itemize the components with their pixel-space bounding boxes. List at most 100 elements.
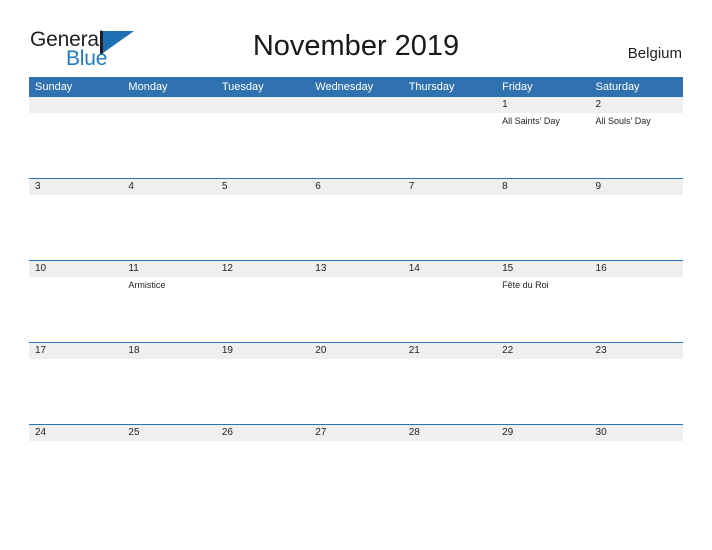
day-band — [496, 179, 590, 195]
day-number: 7 — [408, 181, 415, 192]
weekday-header-saturday: Saturday — [595, 81, 640, 93]
calendar-day-cell[interactable]: 6 — [309, 179, 403, 260]
day-number: 22 — [502, 345, 514, 356]
day-number: 9 — [595, 181, 602, 192]
calendar-day-cell[interactable]: 15 Fête du Roi — [496, 261, 590, 342]
calendar-day-cell[interactable]: 23 — [589, 343, 683, 424]
calendar-day-cell[interactable]: 19 — [215, 343, 310, 424]
page-header: General Blue November 2019 Belgium — [0, 0, 712, 76]
calendar-day-cell[interactable] — [29, 97, 123, 178]
day-number: 26 — [221, 427, 233, 438]
calendar-day-cell[interactable]: 9 — [589, 179, 683, 260]
calendar-week-row: 1 All Saints' Day 2 All Souls' Day — [29, 97, 683, 178]
calendar-day-cell[interactable]: 3 — [29, 179, 123, 260]
day-number: 2 — [595, 99, 602, 110]
day-event: All Saints' Day — [502, 116, 560, 126]
calendar-day-cell[interactable]: 2 All Souls' Day — [589, 97, 683, 178]
calendar-day-cell[interactable]: 20 — [309, 343, 403, 424]
day-band — [122, 97, 216, 113]
day-number: 30 — [595, 427, 607, 438]
page-title: November 2019 — [252, 30, 460, 62]
calendar-day-cell[interactable]: 17 — [29, 343, 123, 424]
day-band — [402, 179, 497, 195]
calendar-day-cell[interactable] — [122, 97, 216, 178]
calendar-page: General Blue November 2019 Belgium Sunda… — [0, 0, 712, 550]
calendar-day-cell[interactable]: 30 — [589, 425, 683, 506]
day-band — [589, 97, 683, 113]
day-number: 27 — [315, 427, 327, 438]
calendar-day-cell[interactable]: 14 — [402, 261, 497, 342]
day-band — [29, 179, 123, 195]
day-number: 12 — [221, 263, 233, 274]
calendar-day-cell[interactable] — [309, 97, 403, 178]
country-label: Belgium — [627, 45, 682, 62]
day-number: 20 — [315, 345, 327, 356]
day-number: 14 — [408, 263, 420, 274]
day-band — [496, 97, 590, 113]
calendar-day-cell[interactable]: 5 — [215, 179, 310, 260]
day-number: 28 — [408, 427, 420, 438]
calendar-day-cell[interactable]: 4 — [122, 179, 216, 260]
day-number: 1 — [502, 99, 508, 110]
day-number: 13 — [315, 263, 327, 274]
calendar-day-cell[interactable]: 25 — [122, 425, 216, 506]
calendar-day-cell[interactable]: 26 — [215, 425, 310, 506]
day-band — [589, 179, 683, 195]
calendar-week-row: 10 11 Armistice 12 13 14 15 Fête du Roi … — [29, 260, 683, 342]
calendar-grid: Sunday Monday Tuesday Wednesday Thursday… — [29, 77, 683, 506]
calendar-day-cell[interactable]: 10 — [29, 261, 123, 342]
weekday-header-tuesday: Tuesday — [221, 81, 264, 93]
calendar-day-cell[interactable]: 8 — [496, 179, 590, 260]
day-event: All Souls' Day — [595, 116, 651, 126]
day-number: 17 — [35, 345, 47, 356]
weekday-header-thursday: Thursday — [408, 81, 455, 93]
calendar-day-cell[interactable]: 21 — [402, 343, 497, 424]
day-band — [215, 97, 310, 113]
day-band — [215, 179, 310, 195]
day-number: 16 — [595, 263, 607, 274]
calendar-day-cell[interactable]: 11 Armistice — [122, 261, 216, 342]
calendar-day-cell[interactable] — [215, 97, 310, 178]
day-number: 21 — [408, 345, 420, 356]
calendar-day-cell[interactable]: 24 — [29, 425, 123, 506]
weekday-header-row: Sunday Monday Tuesday Wednesday Thursday… — [29, 77, 683, 97]
day-band — [122, 179, 216, 195]
day-number: 11 — [128, 263, 139, 274]
day-event: Fête du Roi — [502, 280, 549, 290]
weekday-header-sunday: Sunday — [35, 81, 73, 93]
calendar-day-cell[interactable]: 12 — [215, 261, 310, 342]
calendar-week-row: 24 25 26 27 28 29 30 — [29, 424, 683, 506]
day-number: 24 — [35, 427, 47, 438]
day-number: 4 — [128, 181, 134, 192]
calendar-day-cell[interactable]: 7 — [402, 179, 497, 260]
day-event: Armistice — [128, 280, 166, 290]
day-band — [309, 179, 403, 195]
day-number: 29 — [502, 427, 514, 438]
day-number: 25 — [128, 427, 140, 438]
day-number: 18 — [128, 345, 140, 356]
weekday-header-wednesday: Wednesday — [315, 81, 374, 93]
day-number: 6 — [315, 181, 321, 192]
weekday-header-monday: Monday — [128, 81, 168, 93]
calendar-day-cell[interactable]: 13 — [309, 261, 403, 342]
day-band — [29, 97, 123, 113]
calendar-week-row: 3 4 5 6 7 8 9 — [29, 178, 683, 260]
day-number: 19 — [221, 345, 233, 356]
day-number: 8 — [502, 181, 508, 192]
day-number: 23 — [595, 345, 607, 356]
calendar-day-cell[interactable]: 16 — [589, 261, 683, 342]
calendar-day-cell[interactable]: 27 — [309, 425, 403, 506]
day-number: 10 — [35, 263, 47, 274]
calendar-week-row: 17 18 19 20 21 22 23 — [29, 342, 683, 424]
day-number: 3 — [35, 181, 41, 192]
calendar-day-cell[interactable]: 1 All Saints' Day — [496, 97, 590, 178]
day-band — [309, 97, 403, 113]
calendar-day-cell[interactable]: 29 — [496, 425, 590, 506]
calendar-day-cell[interactable]: 22 — [496, 343, 590, 424]
calendar-day-cell[interactable]: 28 — [402, 425, 497, 506]
calendar-day-cell[interactable]: 18 — [122, 343, 216, 424]
calendar-day-cell[interactable] — [402, 97, 497, 178]
day-band — [402, 97, 497, 113]
day-number: 5 — [221, 181, 228, 192]
weekday-header-friday: Friday — [502, 81, 533, 93]
